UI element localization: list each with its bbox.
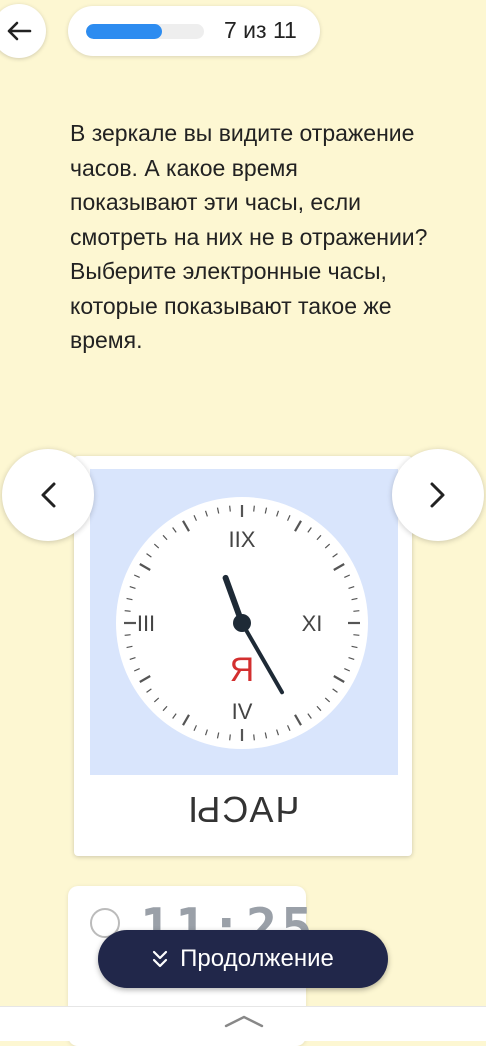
chevron-left-icon bbox=[41, 482, 56, 508]
double-chevron-down-icon bbox=[153, 950, 168, 968]
continue-label: Продолжение bbox=[180, 945, 334, 972]
numeral-bottom: IV bbox=[232, 699, 253, 724]
progress-bar bbox=[86, 24, 204, 39]
mirrored-caption: ЧАСЫ bbox=[186, 789, 300, 830]
progress-counter: 7 из 11 bbox=[224, 17, 297, 43]
numeral-left: III bbox=[137, 611, 155, 636]
clock-center bbox=[233, 614, 251, 632]
numeral-top: IIX bbox=[229, 527, 256, 552]
clock-minor-tick bbox=[353, 634, 360, 636]
clock-minor-tick bbox=[229, 505, 231, 512]
prev-button[interactable] bbox=[2, 449, 94, 541]
chevron-right-icon bbox=[430, 482, 445, 508]
clock-minor-tick bbox=[124, 610, 131, 612]
clock-minor-tick bbox=[124, 634, 131, 636]
chevron-up-icon bbox=[224, 1015, 264, 1028]
sheet-handle[interactable] bbox=[224, 1014, 264, 1033]
clock-minor-tick bbox=[229, 734, 231, 741]
continue-button[interactable]: Продолжение bbox=[98, 930, 388, 988]
numeral-right: XI bbox=[302, 611, 323, 636]
progress-indicator: 7 из 11 bbox=[68, 6, 320, 56]
clock-minor-tick bbox=[253, 505, 255, 512]
clock-image: IIX XI IV III R bbox=[90, 469, 398, 775]
mirrored-letter: R bbox=[230, 651, 255, 689]
clock-minor-tick bbox=[253, 734, 255, 741]
progress-fill bbox=[86, 24, 162, 39]
mirrored-clock: IIX XI IV III R bbox=[116, 497, 368, 749]
clock-minor-tick bbox=[353, 610, 360, 612]
arrow-left-icon bbox=[7, 21, 32, 41]
question-text: В зеркале вы видите отражение часов. А к… bbox=[70, 120, 428, 353]
next-button[interactable] bbox=[392, 449, 484, 541]
back-button[interactable] bbox=[0, 4, 46, 58]
